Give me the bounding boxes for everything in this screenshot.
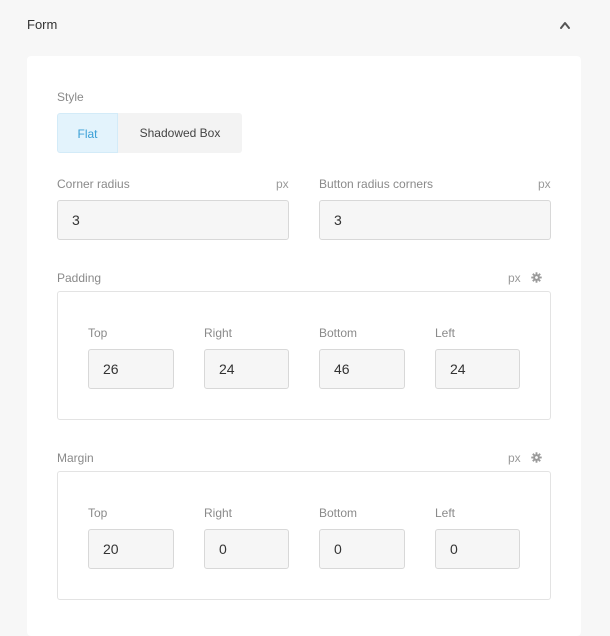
padding-unit: px bbox=[508, 271, 521, 285]
margin-unit: px bbox=[508, 451, 521, 465]
style-label: Style bbox=[57, 90, 84, 104]
margin-box: Top Right Bottom Left 20 0 0 0 bbox=[57, 471, 551, 600]
padding-right-label: Right bbox=[204, 326, 233, 340]
padding-bottom-input[interactable]: 46 bbox=[319, 349, 405, 389]
padding-bottom-label: Bottom bbox=[319, 326, 358, 340]
style-option-flat[interactable]: Flat bbox=[57, 113, 118, 153]
margin-bottom-input[interactable]: 0 bbox=[319, 529, 405, 569]
padding-label: Padding bbox=[57, 271, 102, 285]
style-option-shadowed-box[interactable]: Shadowed Box bbox=[118, 113, 242, 153]
padding-gear-icon[interactable] bbox=[531, 272, 542, 283]
margin-top-input[interactable]: 20 bbox=[88, 529, 174, 569]
margin-top-label: Top bbox=[88, 506, 108, 520]
button-radius-label: Button radius corners bbox=[319, 177, 434, 191]
form-settings-panel: Style Flat Shadowed Box Corner radius px… bbox=[27, 56, 581, 636]
padding-left-label: Left bbox=[435, 326, 456, 340]
corner-radius-input[interactable]: 3 bbox=[57, 200, 289, 240]
section-title: Form bbox=[27, 17, 58, 32]
button-radius-unit: px bbox=[538, 177, 551, 191]
margin-label: Margin bbox=[57, 451, 94, 465]
padding-top-label: Top bbox=[88, 326, 108, 340]
corner-radius-unit: px bbox=[276, 177, 289, 191]
margin-right-input[interactable]: 0 bbox=[204, 529, 289, 569]
margin-left-input[interactable]: 0 bbox=[435, 529, 520, 569]
margin-left-label: Left bbox=[435, 506, 456, 520]
section-header[interactable]: Form bbox=[0, 0, 610, 50]
padding-box: Top Right Bottom Left 26 24 46 24 bbox=[57, 291, 551, 420]
margin-right-label: Right bbox=[204, 506, 233, 520]
padding-top-input[interactable]: 26 bbox=[88, 349, 174, 389]
chevron-up-icon[interactable] bbox=[558, 19, 572, 31]
padding-left-input[interactable]: 24 bbox=[435, 349, 520, 389]
margin-gear-icon[interactable] bbox=[531, 452, 542, 463]
corner-radius-label: Corner radius bbox=[57, 177, 130, 191]
style-toggle: Flat Shadowed Box bbox=[57, 113, 242, 153]
button-radius-input[interactable]: 3 bbox=[319, 200, 551, 240]
margin-bottom-label: Bottom bbox=[319, 506, 358, 520]
padding-right-input[interactable]: 24 bbox=[204, 349, 289, 389]
